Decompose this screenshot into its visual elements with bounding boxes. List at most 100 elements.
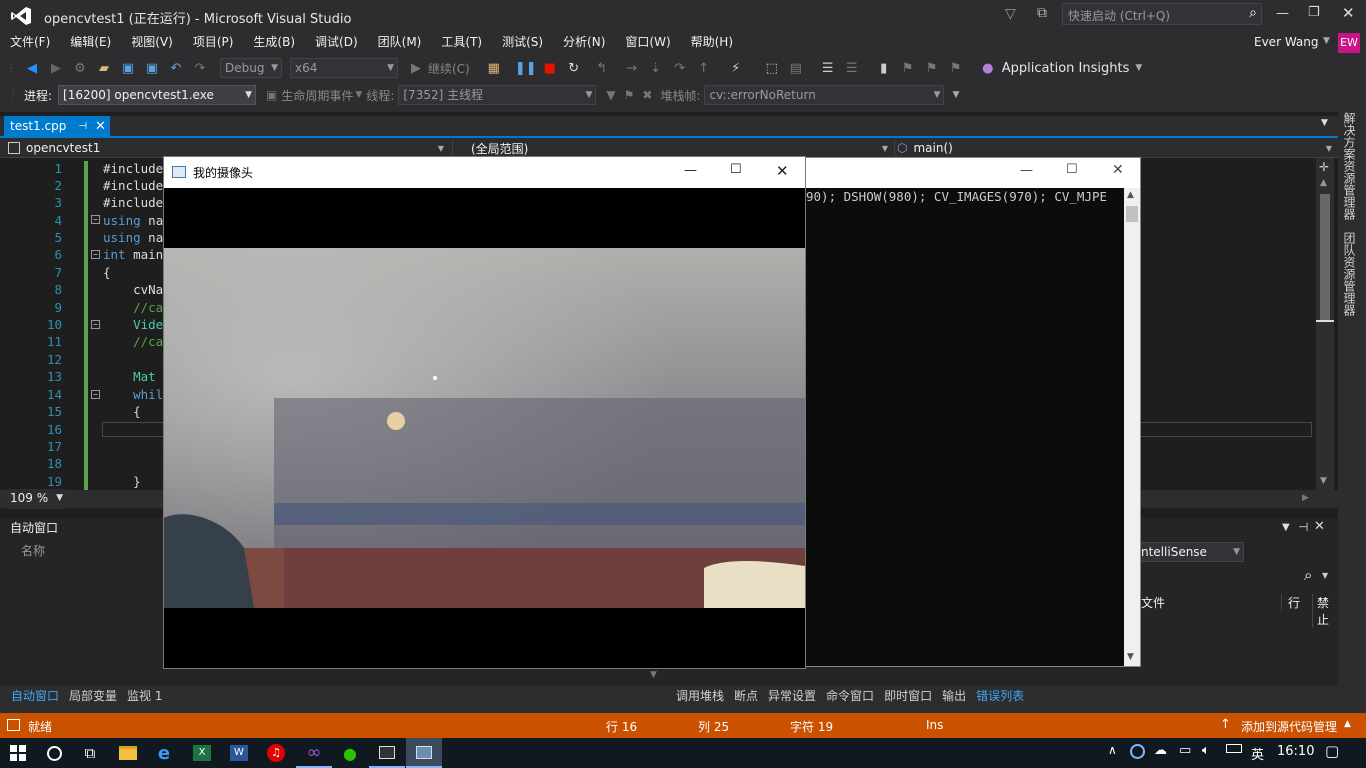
collapse-icon[interactable]: − <box>91 250 100 259</box>
input-language[interactable]: 英 <box>1251 744 1264 763</box>
chevron-up-icon[interactable]: ▲ <box>1344 719 1351 729</box>
user-dropdown-icon[interactable]: ▼ <box>1323 36 1330 46</box>
volume-icon[interactable]: 🔈︎ <box>1202 743 1210 758</box>
wechat-button[interactable]: ● <box>332 738 368 768</box>
user-avatar[interactable]: EW <box>1338 33 1360 53</box>
thread-filter-icon[interactable]: ▼ <box>606 88 615 102</box>
console-minimize-button[interactable]: — <box>1020 163 1033 178</box>
column-line[interactable]: 行 <box>1281 594 1300 611</box>
tray-app-icon[interactable] <box>1130 744 1145 759</box>
file-explorer-button[interactable] <box>110 738 146 768</box>
user-name[interactable]: Ever Wang <box>1254 35 1319 49</box>
tab-exception-settings[interactable]: 异常设置 <box>763 686 821 708</box>
continue-button[interactable]: 继续(C) <box>428 60 470 77</box>
breakpoint-window-icon[interactable]: ⬚ <box>762 58 782 78</box>
task-view-button[interactable]: ⧉ <box>72 738 108 768</box>
hex-icon[interactable]: ⚡ <box>726 58 746 78</box>
console-close-button[interactable]: ✕ <box>1112 162 1124 178</box>
undo-icon[interactable]: ↶ <box>166 58 186 78</box>
save-icon[interactable]: ▣ <box>118 58 138 78</box>
visual-studio-button[interactable]: ∞ <box>296 738 332 768</box>
stack-icon[interactable]: ▤ <box>786 58 806 78</box>
tab-error-list[interactable]: 错误列表 <box>971 686 1029 708</box>
lightbulb-icon[interactable]: ● <box>978 58 998 78</box>
menu-help[interactable]: 帮助(H) <box>681 32 743 54</box>
function-nav-dropdown[interactable]: ⬡ main() ▼ <box>894 139 1334 157</box>
menu-edit[interactable]: 编辑(E) <box>60 32 121 54</box>
pin-icon[interactable]: ⊣ <box>78 121 87 132</box>
collapse-icon[interactable]: − <box>91 215 100 224</box>
filter-icon[interactable]: ▽ <box>1005 6 1016 22</box>
indent-icon[interactable]: ☰ <box>818 58 838 78</box>
quick-launch-input[interactable]: 快速启动 (Ctrl+Q) ⌕ <box>1062 3 1262 25</box>
step-out-icon[interactable]: ↑ <box>694 58 714 78</box>
search-icon[interactable]: ⌕ <box>1304 566 1312 584</box>
pane-close-icon[interactable]: ✕ <box>1314 519 1325 534</box>
outdent-icon[interactable]: ☰ <box>842 58 862 78</box>
console-window[interactable]: — ☐ ✕ 90); DSHOW(980); CV_IMAGES(970); C… <box>805 157 1141 667</box>
continue-icon[interactable]: ▶ <box>406 58 426 78</box>
battery-icon[interactable] <box>1226 744 1242 753</box>
pin-icon[interactable]: ⊣ <box>1298 520 1308 534</box>
word-button[interactable]: W <box>221 738 257 768</box>
add-to-source-control-button[interactable]: 添加到源代码管理 <box>1241 718 1337 735</box>
scope-nav-dropdown[interactable]: (全局范围) ▼ <box>452 139 890 157</box>
feedback-icon[interactable]: ⧉ <box>1037 5 1047 21</box>
menu-analyze[interactable]: 分析(N) <box>553 32 615 54</box>
step-over2-icon[interactable]: ↷ <box>670 58 690 78</box>
stackframe-select[interactable]: cv::errorNoReturn ▼ <box>704 85 945 105</box>
scroll-thumb[interactable] <box>1320 194 1330 322</box>
collapse-icon[interactable]: − <box>91 320 100 329</box>
tab-immediate-window[interactable]: 即时窗口 <box>879 686 937 708</box>
console-scrollbar[interactable]: ▲ ▼ <box>1124 188 1140 666</box>
thread-select[interactable]: [7352] 主线程 ▼ <box>398 85 597 105</box>
camera-task-button[interactable] <box>406 738 442 768</box>
scroll-right-icon[interactable]: ▶ <box>1302 493 1309 503</box>
tab-command-window[interactable]: 命令窗口 <box>821 686 879 708</box>
chevron-down-icon[interactable]: ▼ <box>1322 571 1328 580</box>
config-select[interactable]: Debug ▼ <box>220 58 282 78</box>
lifecycle-icon[interactable]: ▣ <box>266 88 277 102</box>
tab-autos[interactable]: 自动窗口 <box>6 686 64 708</box>
tab-locals[interactable]: 局部变量 <box>64 686 122 708</box>
tab-overflow-icon[interactable]: ▼ <box>1321 118 1328 128</box>
column-file[interactable]: 文件 <box>1141 594 1165 611</box>
bookmark-prev-icon[interactable]: ⚑ <box>898 58 918 78</box>
chevron-down-icon[interactable]: ▼ <box>952 90 959 100</box>
menu-project[interactable]: 项目(P) <box>183 32 244 54</box>
menu-debug[interactable]: 调试(D) <box>305 32 368 54</box>
save-all-icon[interactable]: ▣ <box>142 58 162 78</box>
solution-config-icon[interactable]: ⚙ <box>70 58 90 78</box>
close-button[interactable]: ✕ <box>1342 4 1355 22</box>
maximize-button[interactable]: ❐ <box>1308 5 1320 20</box>
netease-music-button[interactable]: ♫ <box>258 738 294 768</box>
thread-hide-icon[interactable]: ✖ <box>642 88 652 102</box>
action-center-icon[interactable]: ▢ <box>1325 742 1339 760</box>
lifecycle-events-button[interactable]: 生命周期事件 <box>281 87 353 104</box>
open-file-icon[interactable]: ▰ <box>94 58 114 78</box>
step-into-icon[interactable]: → <box>622 58 642 78</box>
menu-test[interactable]: 测试(S) <box>492 32 553 54</box>
chevron-down-icon[interactable]: ▼ <box>355 90 362 100</box>
bookmark-next-icon[interactable]: ⚑ <box>922 58 942 78</box>
scroll-down-icon[interactable]: ▼ <box>1320 476 1327 486</box>
network-icon[interactable]: ▭ <box>1179 743 1191 758</box>
pane-menu-icon[interactable]: ▼ <box>1282 522 1290 533</box>
forward-icon[interactable]: ▶ <box>46 58 66 78</box>
scroll-thumb[interactable] <box>1126 206 1138 222</box>
thread-flag-icon[interactable]: ⚑ <box>624 88 635 102</box>
tab-call-stack[interactable]: 调用堆栈 <box>671 686 729 708</box>
scroll-down-icon[interactable]: ▼ <box>650 670 657 680</box>
menu-file[interactable]: 文件(F) <box>0 32 60 54</box>
camera-maximize-button[interactable]: ☐ <box>730 162 742 177</box>
application-insights-button[interactable]: Application Insights <box>1002 61 1130 76</box>
bookmark-icon[interactable]: ▮ <box>874 58 894 78</box>
bookmark-clear-icon[interactable]: ⚑ <box>946 58 966 78</box>
zoom-select[interactable]: 109 % ▼ <box>6 489 66 509</box>
tab-watch1[interactable]: 监视 1 <box>122 686 167 708</box>
tab-output[interactable]: 输出 <box>937 686 971 708</box>
console-maximize-button[interactable]: ☐ <box>1066 162 1078 177</box>
excel-button[interactable]: X <box>184 738 220 768</box>
menu-view[interactable]: 视图(V) <box>121 32 183 54</box>
tab-breakpoints[interactable]: 断点 <box>729 686 763 708</box>
